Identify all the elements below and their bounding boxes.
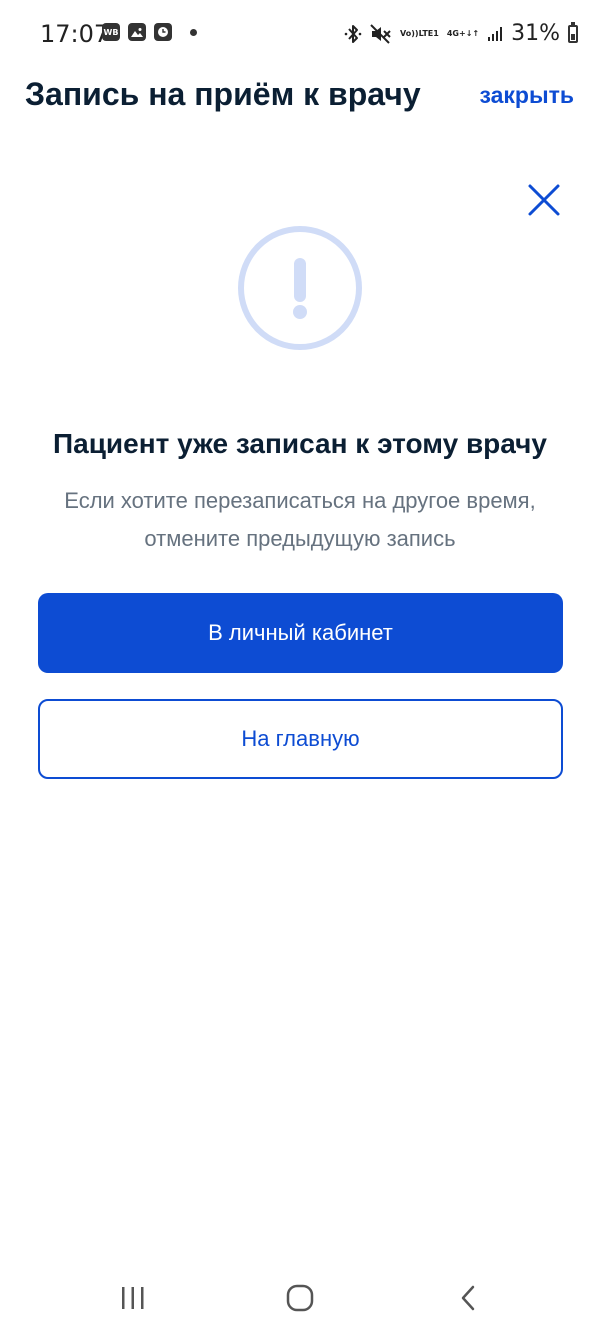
status-bar: 17:07 WB Vo)) LTE1 4G+ ↓↑ 31% bbox=[0, 0, 600, 68]
modal-title: Пациент уже записан к этому врачу bbox=[53, 428, 547, 459]
personal-account-button[interactable]: В личный кабинет bbox=[38, 593, 563, 673]
recent-apps-button[interactable] bbox=[113, 1280, 153, 1316]
app-header: Запись на приём к врачу закрыть bbox=[0, 68, 600, 128]
home-button[interactable] bbox=[280, 1280, 320, 1316]
system-icons: Vo)) LTE1 4G+ ↓↑ 31% bbox=[344, 21, 578, 46]
more-dot-icon bbox=[190, 28, 197, 36]
battery-percent: 31% bbox=[511, 21, 560, 46]
close-link[interactable]: закрыть bbox=[479, 82, 574, 109]
home-icon bbox=[286, 1284, 314, 1312]
mute-icon bbox=[370, 23, 392, 44]
status-time: 17:07 bbox=[40, 20, 110, 48]
wb-app-icon: WB bbox=[102, 23, 120, 41]
notification-icons: WB bbox=[102, 23, 197, 41]
gallery-icon bbox=[128, 23, 146, 41]
back-icon bbox=[461, 1285, 475, 1311]
signal-icon bbox=[487, 26, 503, 42]
volte-line1: Vo)) bbox=[400, 29, 419, 38]
battery-icon bbox=[568, 21, 578, 43]
network-line2: ↓↑ bbox=[465, 29, 480, 38]
recent-apps-icon bbox=[122, 1287, 144, 1309]
dialog-close-button[interactable] bbox=[526, 182, 562, 218]
page-title: Запись на приём к врачу bbox=[25, 76, 421, 112]
back-button[interactable] bbox=[448, 1280, 488, 1316]
network-type-icon: 4G+ ↓↑ bbox=[447, 29, 479, 38]
system-nav-bar bbox=[0, 1262, 600, 1332]
volte-icon: Vo)) LTE1 bbox=[400, 29, 439, 38]
bluetooth-icon bbox=[344, 24, 362, 44]
modal-message: Если хотите перезаписаться на другое вре… bbox=[64, 488, 536, 551]
clock-app-icon bbox=[154, 23, 172, 41]
go-home-button[interactable]: На главную bbox=[38, 699, 563, 779]
network-line1: 4G+ bbox=[446, 29, 466, 38]
volte-line2: LTE1 bbox=[418, 29, 439, 38]
close-icon bbox=[528, 184, 560, 216]
warning-icon bbox=[236, 224, 364, 352]
